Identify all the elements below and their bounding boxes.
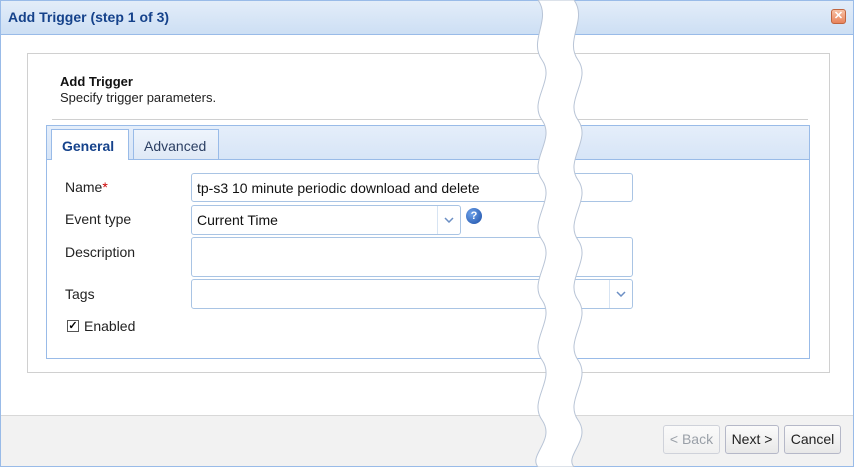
enabled-label: Enabled (84, 318, 136, 334)
tags-select[interactable] (191, 279, 633, 309)
name-label: Name* (65, 179, 108, 195)
tab-general[interactable]: General (51, 129, 129, 160)
help-icon[interactable]: ? (466, 208, 482, 224)
section-subtitle: Specify trigger parameters. (60, 90, 217, 105)
event-type-value: Current Time (197, 212, 278, 228)
section-title: Add Trigger (60, 74, 133, 89)
add-trigger-dialog: Add Trigger (step 1 of 3) ✕ Add Trigger … (0, 0, 854, 467)
close-icon[interactable]: ✕ (831, 9, 846, 24)
header-divider (52, 119, 808, 120)
tags-dropdown-trigger[interactable] (609, 280, 632, 308)
event-type-label: Event type (65, 211, 132, 227)
required-mark: * (102, 179, 108, 195)
dialog-title: Add Trigger (step 1 of 3) (8, 9, 170, 25)
tab-advanced-label: Advanced (144, 138, 207, 154)
name-field[interactable]: tp-s3 10 minute periodic download and de… (191, 173, 633, 202)
event-type-dropdown-trigger[interactable] (437, 206, 460, 234)
tags-label: Tags (65, 286, 95, 302)
tab-panel: General Advanced Name* tp-s3 10 minute p… (46, 125, 810, 359)
tab-general-label: General (62, 138, 115, 154)
dialog-footer: < Back Next > Cancel (1, 415, 853, 466)
name-value: tp-s3 10 minute periodic download and de… (197, 180, 480, 196)
back-button[interactable]: < Back (663, 425, 720, 454)
event-type-select[interactable]: Current Time (191, 205, 461, 235)
description-label: Description (65, 244, 136, 260)
chevron-down-icon (616, 291, 626, 297)
tab-strip: General Advanced (47, 126, 809, 160)
name-label-text: Name (65, 179, 103, 195)
tab-advanced[interactable]: Advanced (133, 129, 219, 159)
dialog-titlebar[interactable]: Add Trigger (step 1 of 3) ✕ (1, 1, 853, 35)
cancel-button[interactable]: Cancel (784, 425, 841, 454)
chevron-down-icon (444, 217, 454, 223)
enabled-checkbox[interactable]: ✓ (67, 320, 79, 332)
next-button[interactable]: Next > (725, 425, 779, 454)
description-field[interactable] (191, 237, 633, 277)
